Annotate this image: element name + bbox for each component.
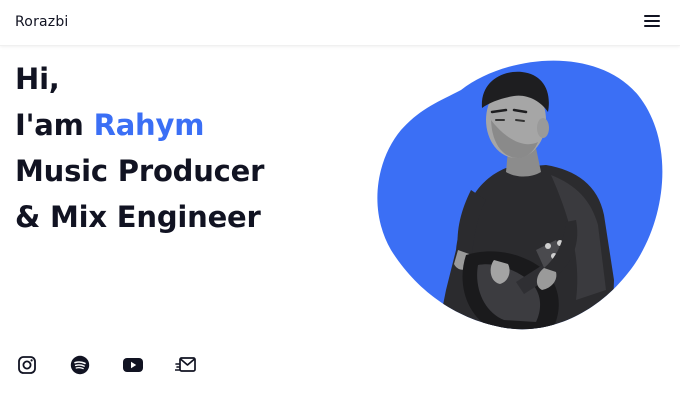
hero-name: Rahym — [93, 108, 205, 142]
hero-intro-line: I'am Rahym — [15, 102, 264, 148]
hero-heading: Hi, I'am Rahym Music Producer & Mix Engi… — [15, 56, 264, 240]
hero-greeting: Hi, — [15, 62, 60, 96]
hamburger-menu-icon[interactable] — [644, 13, 662, 29]
hero-portrait — [376, 50, 666, 332]
hero-role-line-1: Music Producer — [15, 154, 265, 188]
spotify-icon[interactable] — [69, 354, 91, 376]
portrait-blob-image — [377, 60, 663, 330]
email-icon[interactable] — [175, 354, 197, 376]
site-logo[interactable]: Rorazbi — [15, 14, 69, 30]
hero-role-line-2: & Mix Engineer — [15, 200, 261, 234]
youtube-icon[interactable] — [122, 354, 144, 376]
instagram-icon[interactable] — [16, 354, 38, 376]
hero-intro-prefix: I'am — [15, 108, 94, 142]
top-navbar: Rorazbi — [0, 0, 680, 46]
social-links — [16, 354, 228, 376]
